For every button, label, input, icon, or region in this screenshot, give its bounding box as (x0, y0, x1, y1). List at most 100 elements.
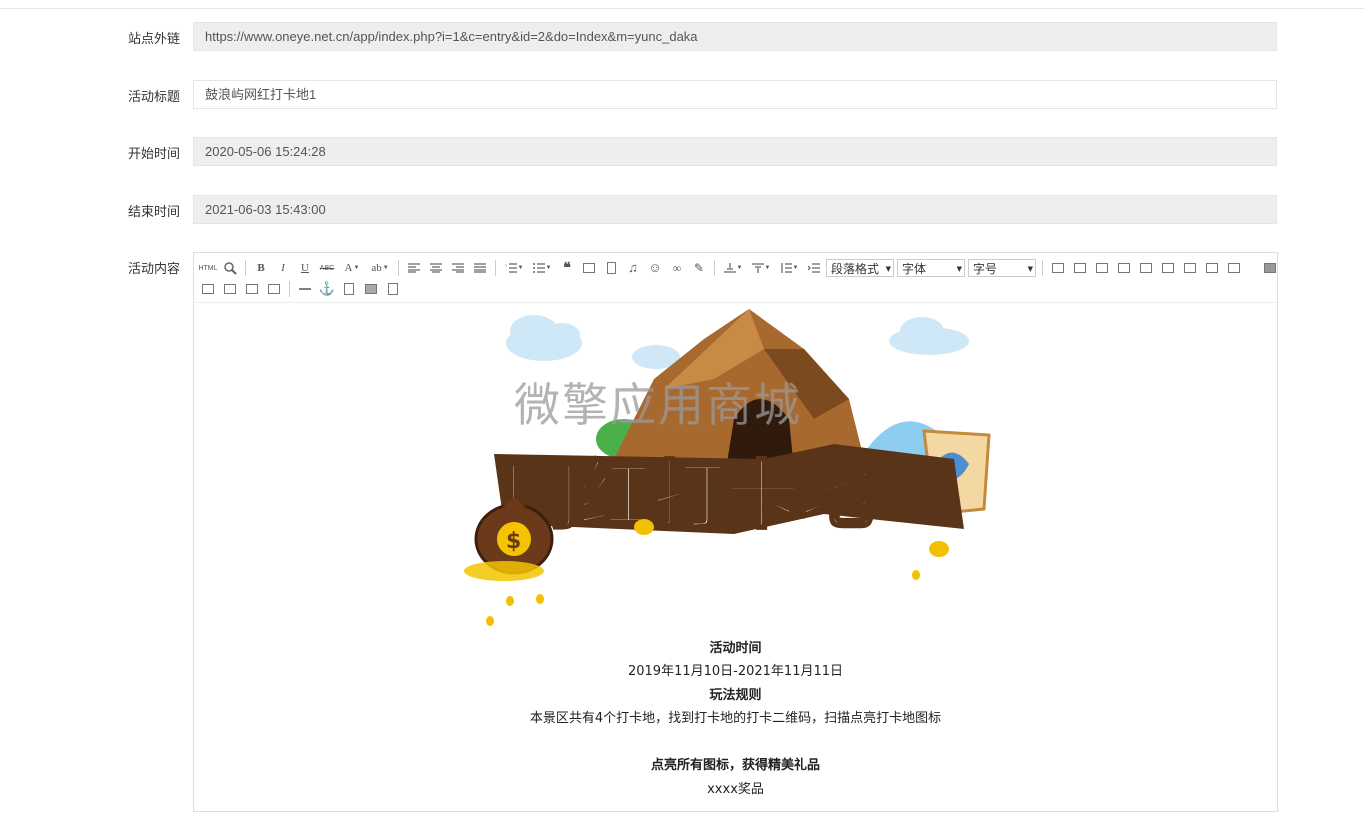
spacing-bottom-icon (751, 263, 764, 273)
col-delete-icon (1184, 263, 1196, 273)
emoji-icon: ☺ (648, 260, 662, 275)
horizontal-rule-button[interactable] (295, 280, 315, 298)
reward-text: xxxx奖品 (707, 782, 764, 797)
align-right-button[interactable] (448, 259, 468, 277)
chevron-down-icon: ▼ (517, 265, 524, 271)
activity-time-value: 2019年11月10日-2021年11月11日 (627, 664, 844, 679)
font-color-button[interactable]: A ▼ (339, 259, 365, 277)
unordered-list-button[interactable]: ▼ (529, 259, 555, 277)
italic-button[interactable]: I (273, 259, 293, 277)
split-cells-button[interactable] (220, 280, 240, 298)
toolbar-row-2: ⚓ (198, 279, 405, 299)
merge-cells-button[interactable] (1202, 259, 1222, 277)
clear-format-button[interactable]: ✎ (689, 259, 709, 277)
editor-content-area[interactable]: 网红打卡地 $ 微擎应用商城 活动时间 2019年11月10日-2021年11月… (194, 303, 1277, 813)
toolbar-separator (289, 281, 290, 297)
html-source-button[interactable]: HTML (198, 259, 218, 277)
banner-title-text: 网红打卡地 (504, 453, 874, 539)
merge-cells-icon (1206, 263, 1218, 273)
banner-illustration: 网红打卡地 $ (464, 309, 991, 626)
spacing-top-icon (723, 263, 736, 273)
rich-text-editor: HTML B I U ABC A▼ ab▼ 1▼ ▼ ❝ ♫ ☺ ∞ ✎ (193, 252, 1278, 812)
insert-emoji-button[interactable]: ☺ (645, 259, 665, 277)
merge-down-button[interactable] (198, 280, 218, 298)
split-cols-button[interactable] (264, 280, 284, 298)
table-icon (1052, 263, 1064, 273)
insert-link-button[interactable]: ∞ (667, 259, 687, 277)
fullscreen-icon (1264, 263, 1276, 273)
print-icon (365, 284, 377, 294)
blockquote-button[interactable]: ❝ (557, 259, 577, 277)
end-time-field[interactable]: 2021-06-03 15:43:00 (193, 195, 1277, 224)
toolbar-separator (1042, 260, 1043, 276)
delete-col-button[interactable] (1180, 259, 1200, 277)
row-spacing-top-button[interactable]: ▼ (720, 259, 746, 277)
bold-button[interactable]: B (251, 259, 271, 277)
anchor-icon: ⚓ (318, 281, 336, 296)
insert-image-button[interactable] (579, 259, 599, 277)
align-left-icon (408, 263, 420, 273)
start-time-label: 开始时间 (127, 147, 180, 162)
watermark-text: 微擎应用商城 (514, 378, 802, 432)
table-delete-icon (1074, 263, 1086, 273)
print-button[interactable] (361, 280, 381, 298)
align-justify-button[interactable] (470, 259, 490, 277)
toolbar-separator (245, 260, 246, 276)
background-color-button[interactable]: ab ▼ (367, 259, 393, 277)
insert-music-button[interactable]: ♫ (623, 259, 643, 277)
cloud-left (506, 315, 582, 361)
rules-heading: 玩法规则 (709, 688, 762, 703)
row-delete-icon (1140, 263, 1152, 273)
fullscreen-button[interactable] (1260, 259, 1280, 277)
font-size-select[interactable]: 字号 ▼ (968, 259, 1036, 277)
underline-button[interactable]: U (295, 259, 315, 277)
toolbar-separator (714, 260, 715, 276)
split-rows-button[interactable] (242, 280, 262, 298)
font-family-value: 字体 (902, 262, 927, 276)
music-icon: ♫ (628, 260, 638, 275)
paragraph-format-value: 段落格式 (831, 262, 880, 276)
title-input[interactable]: 鼓浪屿网红打卡地1 (193, 80, 1277, 109)
insert-row-button[interactable] (1114, 259, 1134, 277)
link-icon: ∞ (672, 260, 682, 275)
align-center-icon (430, 263, 442, 273)
start-time-field[interactable]: 2020-05-06 15:24:28 (193, 137, 1277, 166)
top-divider (0, 0, 1364, 9)
chevron-down-icon: ▼ (545, 265, 552, 271)
delete-table-button[interactable] (1070, 259, 1090, 277)
delete-row-button[interactable] (1136, 259, 1156, 277)
row-spacing-bottom-button[interactable]: ▼ (748, 259, 774, 277)
insert-file-button[interactable] (601, 259, 621, 277)
split-cols-icon (268, 284, 280, 294)
chevron-down-icon: ▼ (792, 265, 799, 271)
insert-table-button[interactable] (1048, 259, 1068, 277)
page-break-button[interactable] (339, 280, 359, 298)
ordered-list-button[interactable]: 1 ▼ (501, 259, 527, 277)
editor-toolbar: HTML B I U ABC A▼ ab▼ 1▼ ▼ ❝ ♫ ☺ ∞ ✎ (194, 253, 1277, 303)
site-link-field[interactable]: https://www.oneye.net.cn/app/index.php?i… (193, 22, 1277, 51)
paste-plain-button[interactable] (383, 280, 403, 298)
align-left-button[interactable] (404, 259, 424, 277)
merge-right-button[interactable] (1224, 259, 1244, 277)
anchor-button[interactable]: ⚓ (317, 280, 337, 298)
cloud-right (889, 317, 969, 355)
chevron-down-icon: ▼ (764, 265, 771, 271)
preview-button[interactable] (220, 259, 240, 277)
align-justify-icon (474, 263, 486, 273)
strikethrough-button[interactable]: ABC (317, 259, 337, 277)
title-label: 活动标题 (127, 90, 180, 105)
insert-col-button[interactable] (1158, 259, 1178, 277)
align-center-button[interactable] (426, 259, 446, 277)
indent-button[interactable] (804, 259, 824, 277)
paragraph-format-select[interactable]: 段落格式 ▼ (826, 259, 894, 277)
indent-icon (808, 263, 820, 273)
activity-time-heading: 活动时间 (709, 641, 762, 656)
merge-down-icon (202, 284, 214, 294)
insert-paragraph-before-table-button[interactable] (1092, 259, 1112, 277)
font-color-letter: A (344, 262, 353, 274)
row-insert-icon (1118, 263, 1130, 273)
font-family-select[interactable]: 字体 ▼ (897, 259, 965, 277)
line-height-button[interactable]: ▼ (776, 259, 802, 277)
rules-text: 本景区共有4个打卡地，找到打卡地的打卡二维码，扫描点亮打卡地图标 (529, 711, 942, 726)
table-paragraph-icon (1096, 263, 1108, 273)
